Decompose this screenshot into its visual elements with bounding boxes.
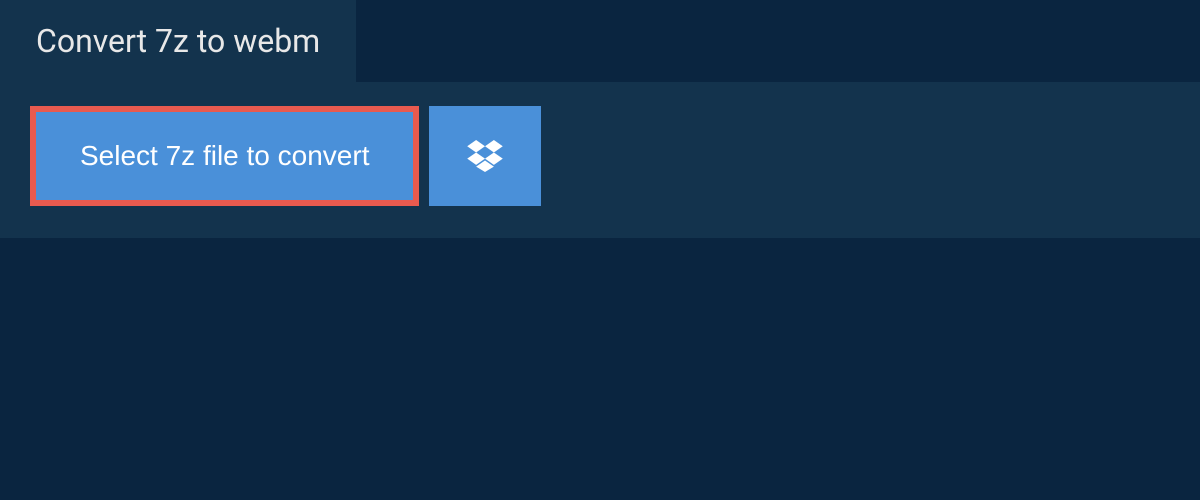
dropbox-button[interactable] xyxy=(429,106,541,206)
select-file-label: Select 7z file to convert xyxy=(80,140,369,172)
select-file-button[interactable]: Select 7z file to convert xyxy=(30,106,419,206)
tab-title: Convert 7z to webm xyxy=(36,22,320,60)
tab-header: Convert 7z to webm xyxy=(0,0,356,82)
conversion-panel: Select 7z file to convert xyxy=(0,82,1200,238)
button-row: Select 7z file to convert xyxy=(30,106,1170,206)
dropbox-icon xyxy=(467,140,503,172)
